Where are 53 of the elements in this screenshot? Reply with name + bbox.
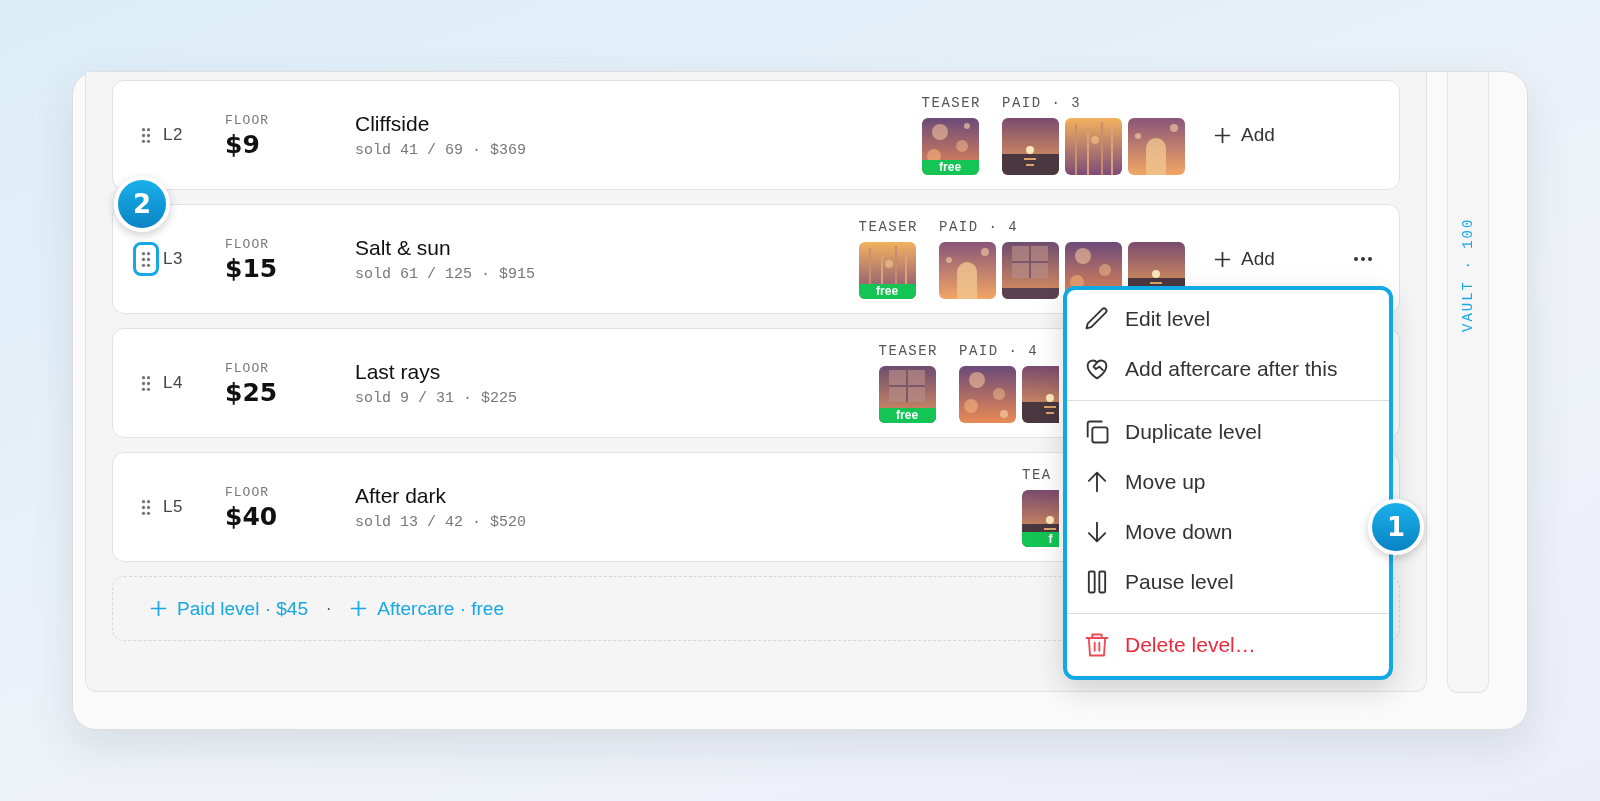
teaser-label: TEASER [878, 343, 938, 359]
floor-label: FLOOR [225, 485, 270, 500]
plus-icon [1213, 125, 1232, 145]
sales-stats: sold 9 / 31 · $225 [355, 389, 518, 407]
floor-price: $15 [225, 254, 279, 283]
level-code: L2 [163, 125, 184, 145]
add-media-button[interactable]: Add [1207, 242, 1295, 276]
floor-price: $9 [225, 130, 261, 159]
teaser-label: TEA [1022, 467, 1053, 483]
floor-price: $25 [225, 378, 279, 407]
vault-label: VAULT · 100 [1460, 216, 1476, 332]
floor-price: $40 [225, 502, 279, 531]
drag-handle-icon [141, 498, 151, 516]
paid-label: PAID · 4 [959, 343, 1040, 359]
level-title: Cliffside [355, 111, 431, 136]
sales-stats: sold 41 / 69 · $369 [355, 141, 527, 159]
menu-item[interactable]: Edit level [1067, 294, 1359, 344]
sales-stats: sold 13 / 42 · $520 [355, 513, 527, 531]
level-code: L5 [163, 497, 184, 517]
free-badge: free [858, 284, 916, 299]
drag-handle-icon [141, 126, 151, 144]
plus-icon [349, 599, 369, 618]
level-code: L4 [163, 373, 184, 393]
menu-item[interactable]: Duplicate level [1067, 407, 1359, 457]
floor-label: FLOOR [225, 361, 270, 376]
teaser-label: TEASER [858, 219, 918, 235]
free-badge: f [1022, 532, 1059, 547]
plus-icon [1213, 249, 1232, 269]
level-title: After dark [355, 483, 448, 508]
drag-handle-icon [141, 374, 151, 392]
free-badge: free [921, 160, 979, 175]
trash-icon [1083, 631, 1111, 659]
level-code: L3 [163, 249, 184, 269]
menu-item[interactable]: Move down [1067, 507, 1359, 557]
floor-label: FLOOR [225, 113, 270, 128]
menu-item[interactable]: Delete level… [1067, 620, 1359, 670]
menu-item[interactable]: Add aftercare after this [1067, 344, 1359, 394]
menu-item[interactable]: Move up [1067, 457, 1359, 507]
level-title: Last rays [355, 359, 442, 384]
menu-item[interactable]: Pause level [1067, 557, 1359, 607]
floor-label: FLOOR [225, 237, 270, 252]
paid-label: PAID · 4 [939, 219, 1020, 235]
free-badge: free [878, 408, 936, 423]
drag-handle-icon [141, 250, 151, 268]
separator-dot: · [325, 599, 332, 618]
sales-stats: sold 61 / 125 · $915 [355, 265, 536, 283]
drag-handle[interactable] [133, 242, 159, 276]
level-title: Salt & sun [355, 235, 452, 260]
paid-label: PAID · 3 [1002, 95, 1083, 111]
add-media-button[interactable]: Add [1207, 118, 1295, 152]
more-icon [1353, 256, 1373, 262]
teaser-label: TEASER [921, 95, 981, 111]
plus-icon [149, 599, 168, 618]
